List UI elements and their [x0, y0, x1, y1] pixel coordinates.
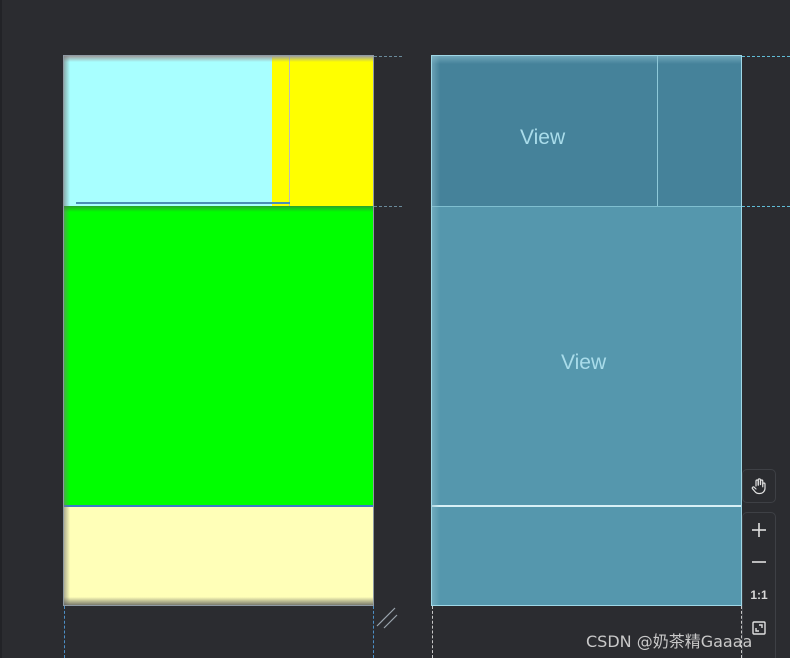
blueprint-label-middle: View [561, 351, 607, 374]
resize-handle-icon[interactable] [375, 606, 399, 630]
blueprint-outline [431, 55, 742, 606]
design-outline [63, 55, 374, 606]
guide-top-blueprint [742, 56, 790, 57]
guide-mid [374, 206, 402, 207]
blueprint-surface[interactable]: View View [431, 55, 742, 606]
guide-mid-blueprint [742, 206, 790, 207]
guide-top [374, 56, 402, 57]
design-surface[interactable] [63, 55, 374, 606]
guide-left-design [64, 606, 65, 658]
actual-size-button[interactable]: 1:1 [743, 579, 775, 611]
pan-button[interactable] [742, 469, 776, 503]
hand-icon [751, 478, 766, 495]
layout-editor-canvas: View View 1:1 CSDN @奶茶精Gaaaa [0, 0, 790, 658]
guide-right-design [373, 606, 374, 658]
minus-icon [752, 561, 766, 563]
watermark: CSDN @奶茶精Gaaaa [586, 632, 753, 651]
blueprint-label-top: View [520, 126, 566, 149]
zoom-out-button[interactable] [743, 546, 775, 578]
canvas-edge [0, 0, 2, 658]
fit-screen-icon [752, 621, 766, 635]
zoom-in-button[interactable] [743, 514, 775, 546]
plus-icon [752, 523, 766, 537]
guide-left-blueprint [432, 606, 433, 658]
actual-size-label: 1:1 [750, 588, 768, 602]
